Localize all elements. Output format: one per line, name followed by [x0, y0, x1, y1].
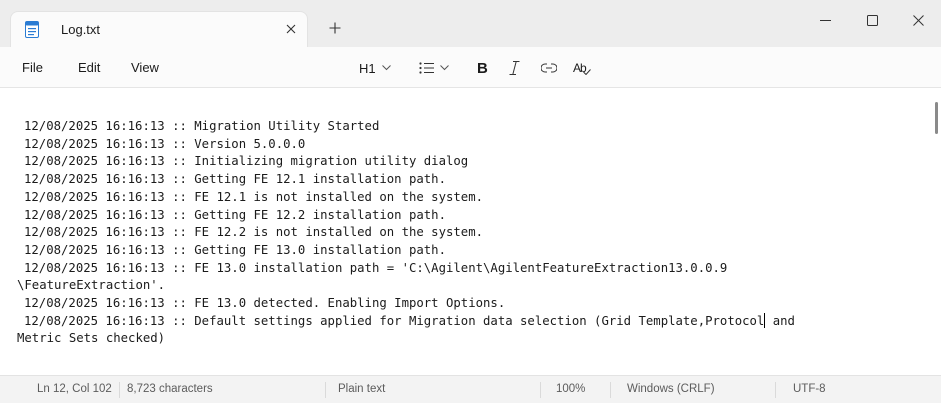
log-line: 12/08/2025 16:16:13 :: Getting FE 12.1 i…: [24, 172, 446, 187]
menu-view[interactable]: View: [131, 60, 159, 75]
status-separator: [119, 382, 120, 398]
chevron-down-icon: [440, 65, 449, 71]
log-line-with-caret: 12/08/2025 16:16:13 :: Default settings …: [24, 312, 929, 331]
minimize-button[interactable]: [802, 0, 848, 40]
log-line: 12/08/2025 16:16:13 :: FE 13.0 detected.…: [24, 296, 506, 311]
heading-dropdown[interactable]: H1: [359, 57, 391, 79]
log-line: 12/08/2025 16:16:13 :: FE 12.1 is not in…: [24, 189, 484, 204]
chevron-down-icon: [381, 65, 391, 71]
file-type[interactable]: Plain text: [338, 383, 385, 395]
log-line: 12/08/2025 16:16:13 :: Initializing migr…: [24, 154, 469, 169]
status-separator: [325, 382, 326, 398]
log-line: Metric Sets checked): [17, 331, 166, 346]
title-bar: Log.txt: [0, 0, 941, 47]
log-line: \FeatureExtraction'.: [17, 278, 166, 293]
tab-close-button[interactable]: [281, 19, 301, 39]
log-line: 12/08/2025 16:16:13 :: Version 5.0.0.0: [24, 136, 306, 151]
italic-button[interactable]: [509, 57, 520, 79]
status-separator: [610, 382, 611, 398]
log-text: 12/08/2025 16:16:13 :: Migration Utility…: [17, 118, 929, 348]
window-close-button[interactable]: [895, 0, 941, 40]
log-line: 12/08/2025 16:16:13 :: FE 13.0 installat…: [24, 260, 728, 275]
list-dropdown[interactable]: [419, 57, 449, 79]
menu-file[interactable]: File: [22, 60, 43, 75]
zoom-level[interactable]: 100%: [556, 383, 585, 395]
encoding[interactable]: UTF-8: [793, 383, 826, 395]
log-line: 12/08/2025 16:16:13 :: Default settings …: [24, 313, 765, 328]
close-icon: [286, 24, 296, 34]
vertical-scrollbar-thumb[interactable]: [935, 102, 938, 134]
menu-edit[interactable]: Edit: [78, 60, 100, 75]
log-line: 12/08/2025 16:16:13 :: Migration Utility…: [24, 119, 380, 133]
status-separator: [540, 382, 541, 398]
log-line: 12/08/2025 16:16:13 :: FE 12.2 is not in…: [24, 225, 484, 240]
italic-icon: [509, 61, 520, 75]
spellcheck-button[interactable]: Ab: [573, 57, 591, 79]
cursor-position: Ln 12, Col 102: [37, 383, 112, 395]
check-squiggle-icon: [582, 69, 591, 75]
new-tab-button[interactable]: [324, 17, 346, 39]
log-line: 12/08/2025 16:16:13 :: Getting FE 13.0 i…: [24, 242, 446, 257]
link-icon: [541, 63, 557, 73]
tab-log-txt[interactable]: Log.txt: [10, 11, 308, 47]
tab-title: Log.txt: [61, 22, 101, 37]
character-count: 8,723 characters: [127, 383, 213, 395]
log-line-tail: and: [765, 313, 795, 328]
line-ending[interactable]: Windows (CRLF): [627, 383, 715, 395]
bulleted-list-icon: [419, 62, 434, 74]
status-separator: [775, 382, 776, 398]
notepad-window: Log.txt File Edit View H1 B Ab 12/08/202…: [0, 0, 941, 403]
maximize-button[interactable]: [849, 0, 895, 40]
text-editor[interactable]: 12/08/2025 16:16:13 :: Migration Utility…: [0, 88, 941, 375]
menu-bar: File Edit View H1 B Ab: [0, 47, 941, 88]
link-button[interactable]: [541, 57, 557, 79]
bold-button[interactable]: B: [477, 57, 488, 79]
notepad-file-icon: [25, 21, 39, 38]
log-line: 12/08/2025 16:16:13 :: Getting FE 12.2 i…: [24, 207, 446, 222]
minimize-icon: [819, 19, 831, 21]
heading-label: H1: [359, 60, 376, 76]
status-bar: Ln 12, Col 102 8,723 characters Plain te…: [0, 375, 941, 403]
close-icon: [912, 14, 924, 26]
plus-icon: [329, 22, 341, 34]
maximize-icon: [866, 14, 878, 26]
